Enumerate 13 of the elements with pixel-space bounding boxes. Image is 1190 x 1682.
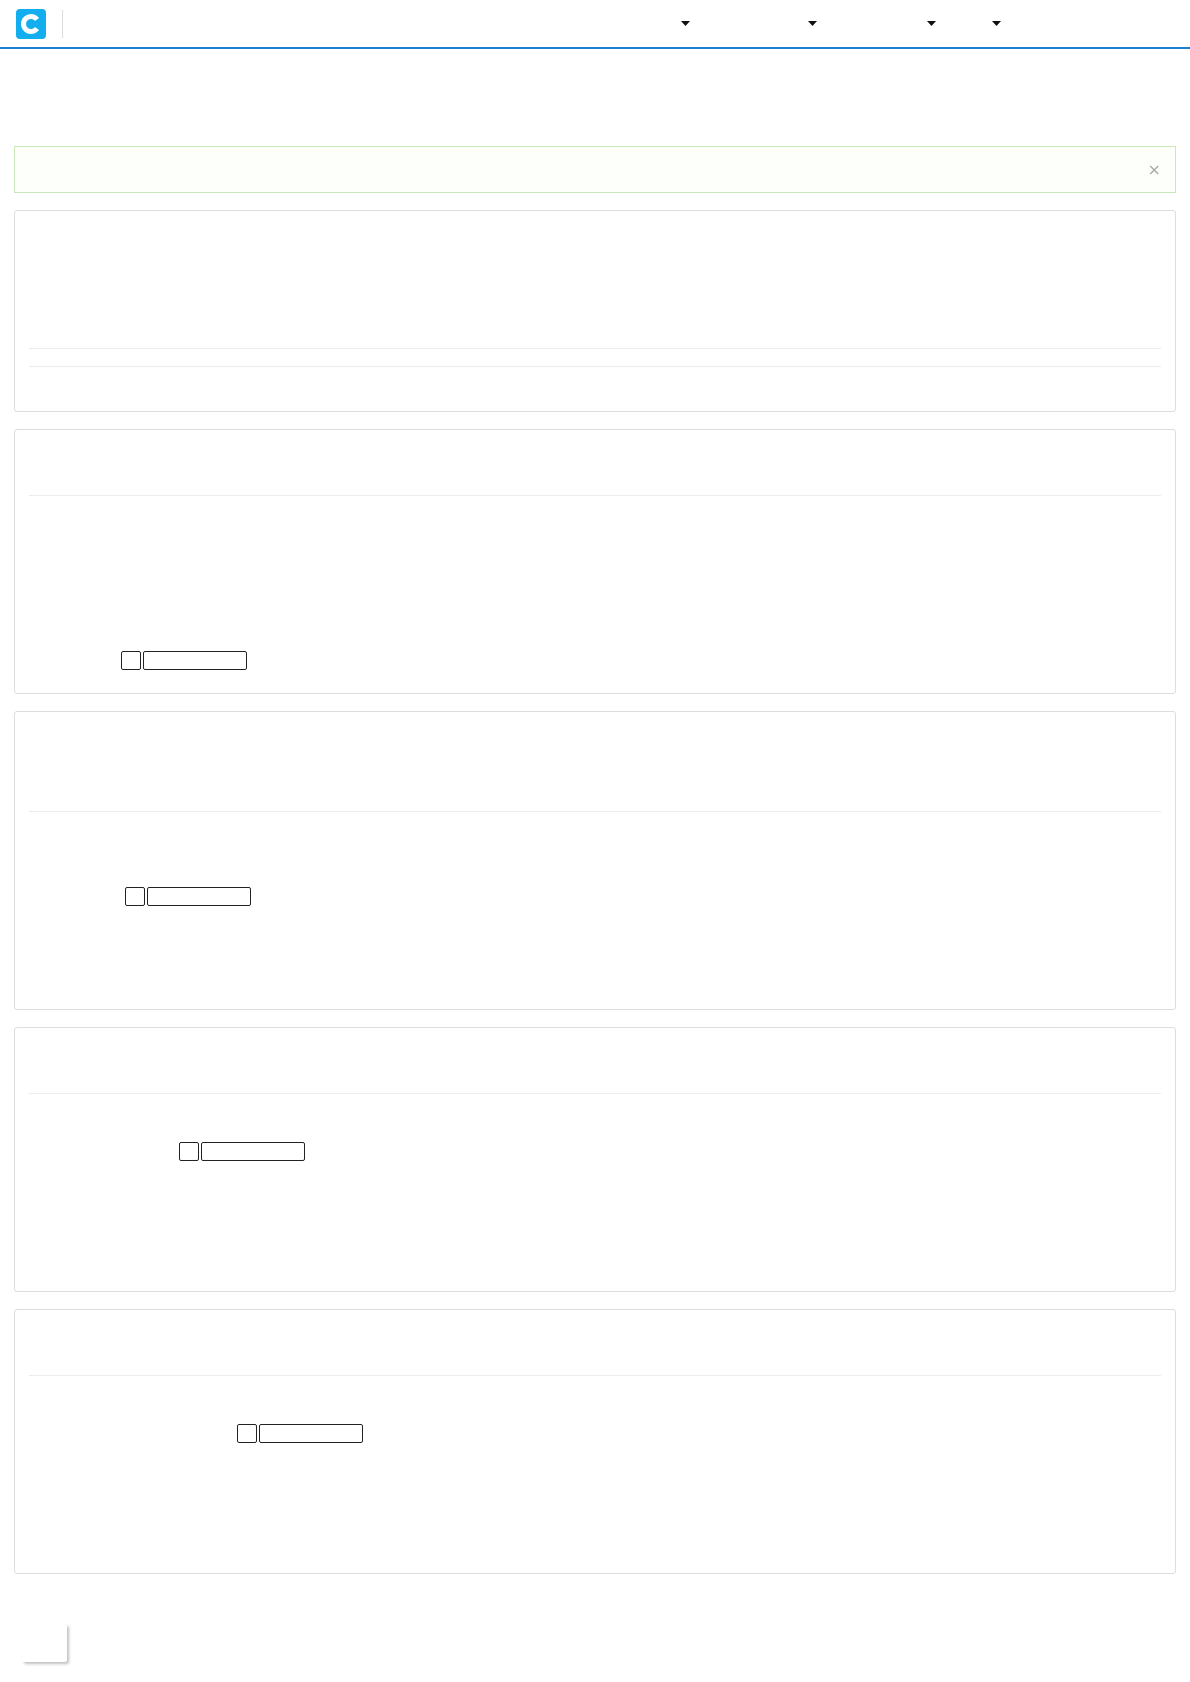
caret-icon[interactable] — [992, 21, 1001, 26]
caret-icon[interactable] — [808, 21, 817, 26]
small-button[interactable] — [125, 887, 145, 906]
small-button[interactable] — [121, 651, 141, 670]
close-button[interactable]: × — [1143, 161, 1165, 178]
small-button[interactable] — [237, 1424, 257, 1443]
caret-icon[interactable] — [927, 21, 936, 26]
small-button[interactable] — [179, 1142, 199, 1161]
input-field[interactable] — [143, 651, 247, 670]
input-field[interactable] — [259, 1424, 363, 1443]
input-field[interactable] — [201, 1142, 305, 1161]
caret-icon[interactable] — [681, 21, 690, 26]
input-field[interactable] — [147, 887, 251, 906]
